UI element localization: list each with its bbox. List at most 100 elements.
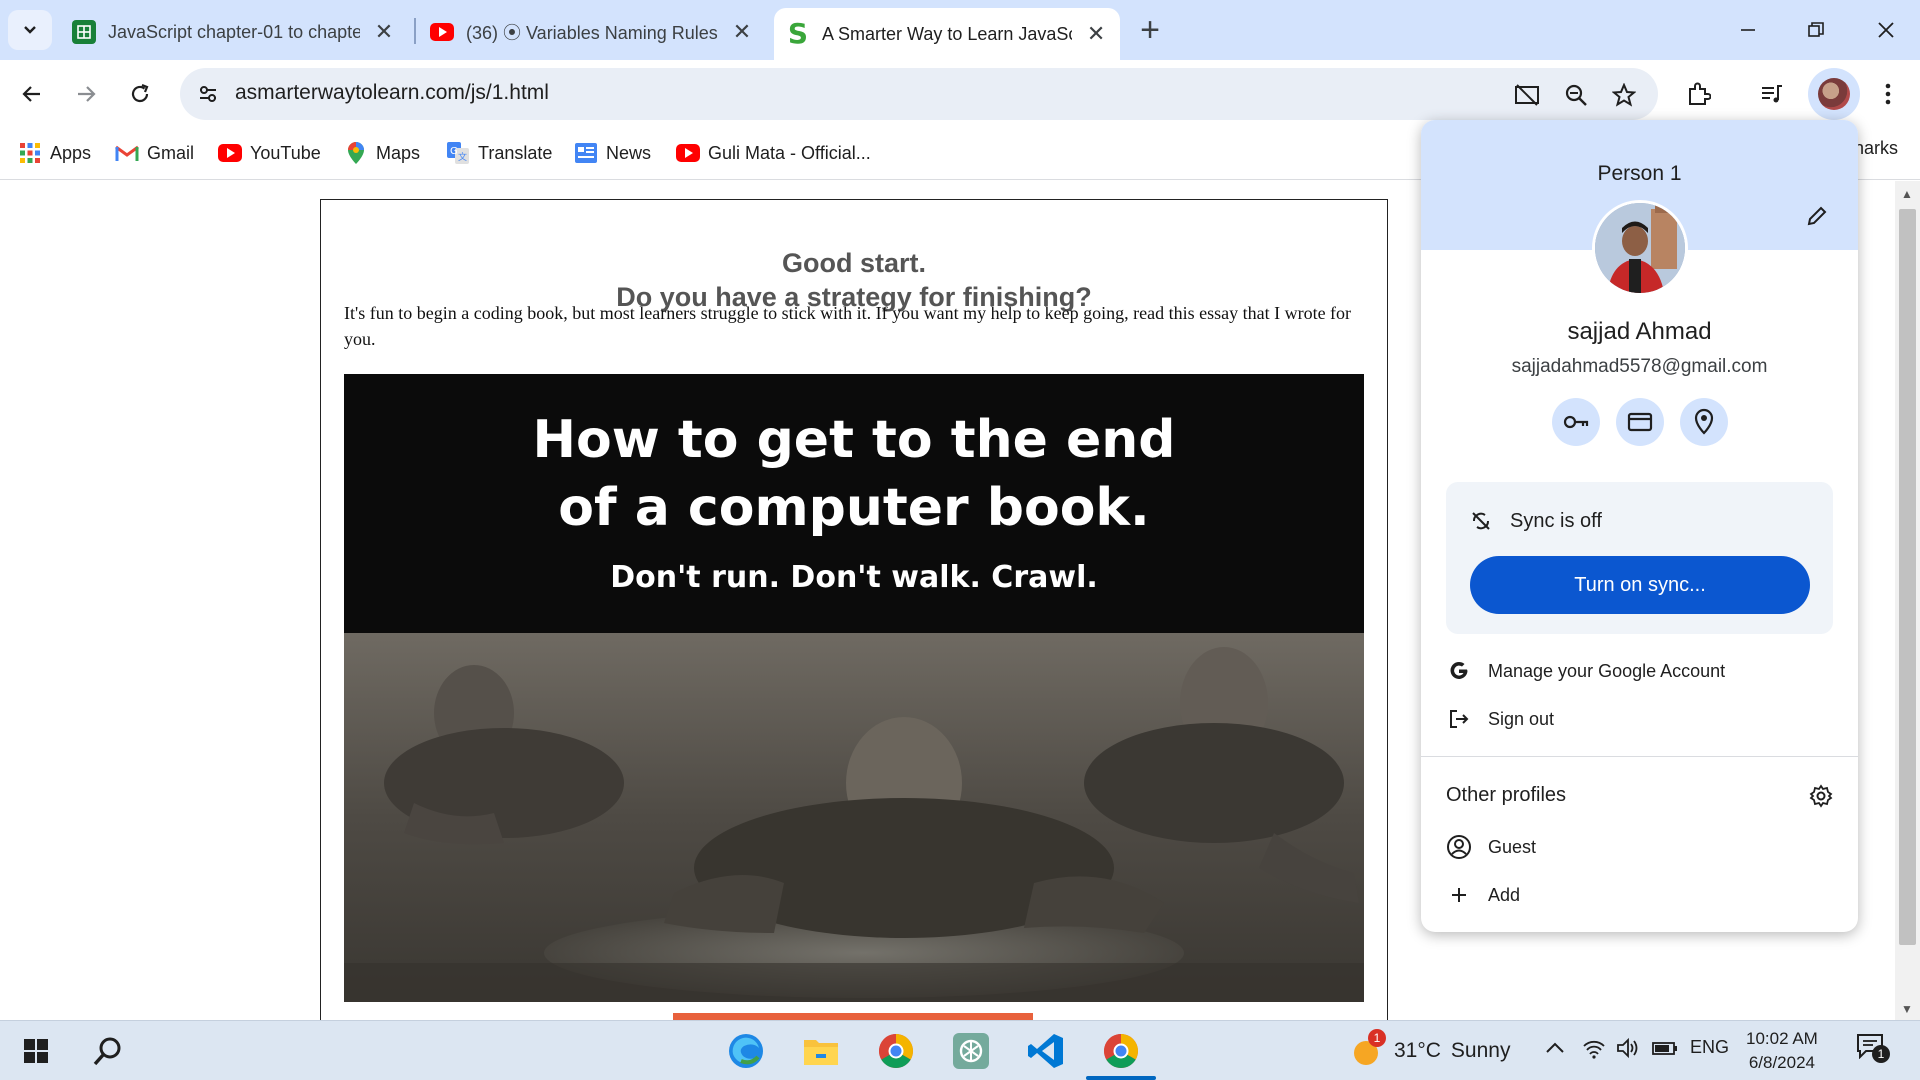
extensions-button[interactable] (1678, 74, 1718, 114)
account-circle-icon (1446, 834, 1472, 860)
puzzle-icon (1689, 82, 1711, 105)
chrome-icon (1104, 1034, 1138, 1068)
tab-title: JavaScript chapter-01 to chapte (108, 21, 360, 42)
sync-section: Sync is off Turn on sync... (1446, 482, 1833, 634)
bookmark-star-icon[interactable] (1609, 80, 1639, 110)
chatgpt-app[interactable] (949, 1029, 993, 1073)
guest-profile[interactable]: Guest (1446, 834, 1536, 860)
bookmark-news[interactable]: News (574, 138, 651, 168)
bookmark-gmail[interactable]: Gmail (115, 138, 194, 168)
bookmark-apps[interactable]: Apps (18, 138, 91, 168)
windows-taskbar: 1 31°C Sunny ENG 10:02 AM 6/8/2024 1 (0, 1020, 1920, 1080)
arrow-right-icon (78, 86, 96, 102)
tab-close-icon[interactable]: ✕ (1084, 21, 1108, 47)
address-bar[interactable]: asmarterwaytolearn.com/js/1.html (180, 68, 1658, 120)
page-scrollbar[interactable]: ▲ ▼ (1895, 181, 1920, 1020)
zoom-icon[interactable] (1561, 80, 1591, 110)
scroll-down-arrow-icon[interactable]: ▼ (1901, 1002, 1913, 1016)
tab-search-button[interactable] (8, 10, 52, 50)
profile-button[interactable] (1808, 68, 1860, 120)
tab-smarter-way[interactable]: S A Smarter Way to Learn JavaScr ✕ (774, 8, 1120, 60)
vscode-icon (1028, 1034, 1063, 1068)
addresses-button[interactable] (1680, 398, 1728, 446)
content-card: Good start. Do you have a strategy for f… (320, 199, 1388, 1020)
tab-variables-naming[interactable]: (36) ⦿ Variables Naming Rules ✕ (418, 8, 768, 56)
weather-desc: Sunny (1450, 1039, 1511, 1062)
chevron-down-icon (24, 26, 36, 34)
folder-icon (804, 1040, 838, 1065)
battery-icon[interactable] (1652, 1037, 1678, 1064)
manage-account-label: Manage your Google Account (1488, 660, 1726, 681)
media-controls-button[interactable] (1752, 74, 1792, 114)
chatgpt-icon (953, 1033, 989, 1069)
system-clock[interactable]: 10:02 AM 6/8/2024 (1746, 1027, 1818, 1075)
back-button[interactable] (12, 74, 52, 114)
browser-toolbar: asmarterwaytolearn.com/js/1.html (0, 60, 1920, 128)
passwords-button[interactable] (1552, 398, 1600, 446)
all-bookmarks-label[interactable]: harks (1854, 138, 1898, 159)
edit-profile-button[interactable] (1801, 200, 1833, 232)
logout-icon (1446, 706, 1472, 732)
more-vert-icon (1885, 83, 1891, 105)
bookmark-translate[interactable]: G文 Translate (446, 138, 552, 168)
volume-icon[interactable] (1616, 1037, 1640, 1064)
cast-off-icon[interactable] (1512, 80, 1542, 110)
turn-on-sync-button[interactable]: Turn on sync... (1470, 556, 1810, 614)
vscode-app[interactable] (1024, 1029, 1068, 1073)
chrome-icon (879, 1034, 913, 1068)
add-profile[interactable]: Add (1446, 882, 1520, 908)
language-indicator[interactable]: ENG (1690, 1037, 1729, 1058)
payment-methods-button[interactable] (1616, 398, 1664, 446)
start-button[interactable] (14, 1029, 58, 1073)
manage-google-account[interactable]: Manage your Google Account (1446, 658, 1725, 684)
minimize-icon (1741, 29, 1755, 31)
manage-profiles-button[interactable] (1807, 782, 1835, 810)
clock-time: 10:02 AM (1746, 1029, 1818, 1048)
tray-overflow-chevron-icon[interactable] (1544, 1037, 1566, 1064)
tab-separator (414, 18, 416, 44)
address-pin-icon (1694, 408, 1714, 435)
edge-icon (729, 1034, 763, 1068)
wifi-icon[interactable] (1582, 1037, 1606, 1064)
tab-close-icon[interactable]: ✕ (372, 19, 396, 45)
weather-widget[interactable]: 1 31°C Sunny (1350, 1029, 1511, 1067)
bookmark-youtube[interactable]: YouTube (218, 138, 321, 168)
close-window-button[interactable] (1856, 10, 1916, 50)
apps-grid-icon (18, 141, 42, 165)
notification-icon: 1 (1856, 1033, 1890, 1063)
hero-title-line-1: How to get to the end (532, 410, 1176, 470)
sync-off-icon (1468, 508, 1494, 534)
reload-button[interactable] (120, 74, 160, 114)
chrome-app-1[interactable] (874, 1029, 918, 1073)
chrome-app-2[interactable] (1099, 1029, 1143, 1073)
minimize-button[interactable] (1718, 10, 1778, 50)
file-explorer-app[interactable] (799, 1029, 843, 1073)
tab-javascript-chapter[interactable]: JavaScript chapter-01 to chapte ✕ (60, 8, 410, 56)
site-info-icon[interactable] (194, 80, 222, 108)
user-email: sajjadahmad5578@gmail.com (1511, 356, 1768, 377)
scroll-up-arrow-icon[interactable]: ▲ (1901, 187, 1913, 201)
notifications-button[interactable]: 1 (1856, 1033, 1890, 1064)
clock-date: 6/8/2024 (1748, 1053, 1815, 1072)
restore-button[interactable] (1786, 10, 1846, 50)
mud-crawl-photo (344, 633, 1364, 1002)
chrome-menu-button[interactable] (1868, 74, 1908, 114)
profile-avatar (1592, 200, 1688, 296)
accent-bar (673, 1013, 1033, 1020)
hero-image[interactable]: How to get to the end of a computer book… (344, 374, 1364, 1002)
search-button[interactable] (86, 1029, 130, 1073)
profile-menu: Person 1 sajjad Ahmad sajjadahmad5578@gm… (1421, 120, 1858, 932)
scrollbar-thumb[interactable] (1899, 209, 1916, 945)
svg-text:G: G (450, 146, 458, 157)
url-text[interactable]: asmarterwaytolearn.com/js/1.html (235, 81, 549, 105)
sign-out[interactable]: Sign out (1446, 706, 1554, 732)
passwords-key-icon (1563, 415, 1589, 429)
new-tab-button[interactable]: + (1130, 12, 1170, 48)
tab-close-icon[interactable]: ✕ (730, 19, 754, 45)
search-icon (93, 1037, 121, 1066)
gear-icon (1809, 784, 1833, 808)
edge-app[interactable] (724, 1029, 768, 1073)
bookmark-guli-mata[interactable]: Guli Mata - Official... (676, 138, 871, 168)
forward-button[interactable] (66, 74, 106, 114)
bookmark-maps[interactable]: Maps (344, 138, 420, 168)
